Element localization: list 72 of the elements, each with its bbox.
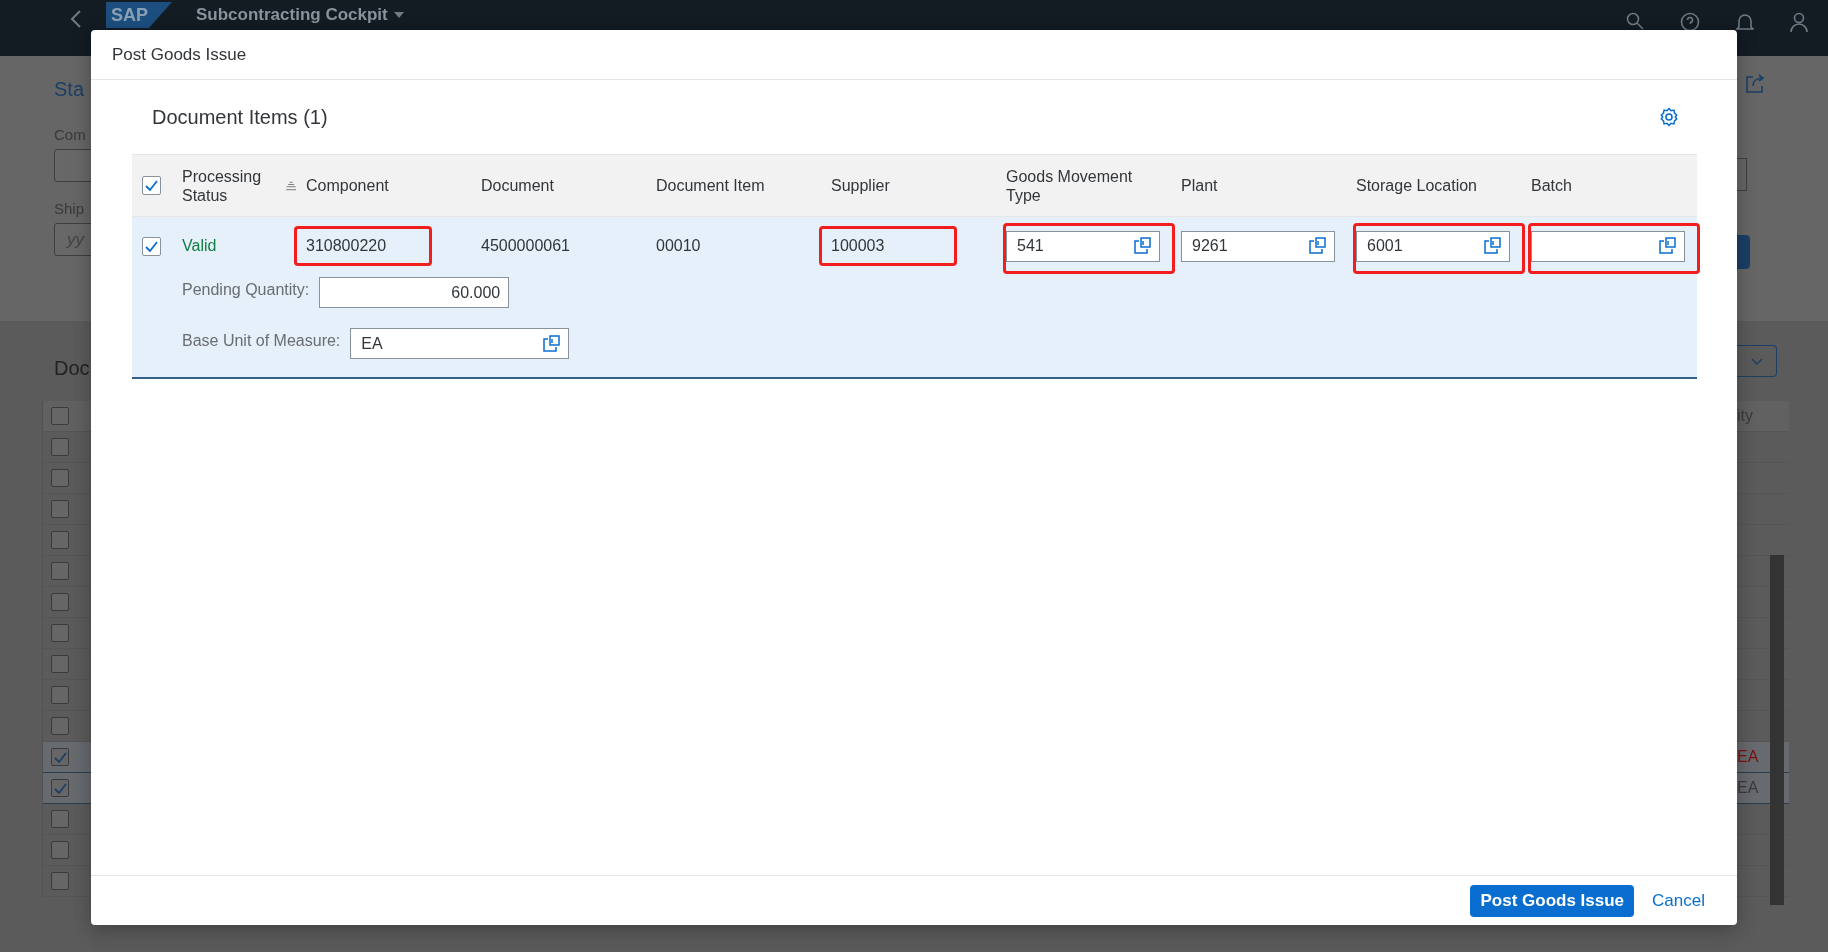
checkbox[interactable] <box>51 438 69 456</box>
checkbox[interactable] <box>51 500 69 518</box>
search-icon[interactable] <box>1626 12 1644 30</box>
checkbox[interactable] <box>51 872 69 890</box>
checkbox[interactable] <box>51 810 69 828</box>
checkbox[interactable] <box>51 469 69 487</box>
user-icon[interactable] <box>1790 12 1808 32</box>
field-value[interactable]: EA <box>361 334 537 353</box>
column-header: Batch <box>1531 176 1572 195</box>
table-cell: EA <box>1737 748 1759 766</box>
select-all-checkbox[interactable] <box>142 176 161 195</box>
field-value[interactable]: 9261 <box>1192 237 1302 255</box>
checkbox[interactable] <box>51 407 69 425</box>
input-field[interactable]: 60.000 <box>319 277 510 308</box>
table-row[interactable]: Valid 310800220 4500000061 00010 100003 541 9261 6001 Pending Quantity: 60.000 Base Unit of Measure: EA <box>132 217 1697 379</box>
bell-icon[interactable] <box>1736 12 1754 32</box>
checkbox[interactable] <box>51 748 69 766</box>
caret-icon <box>393 12 404 18</box>
checkbox[interactable] <box>51 531 69 549</box>
sort-icon[interactable] <box>285 179 296 192</box>
cancel-button[interactable]: Cancel <box>1642 884 1715 917</box>
column-header: Component <box>306 176 389 195</box>
help-icon[interactable] <box>1680 12 1700 32</box>
post-button[interactable]: Post Goods Issue <box>1470 884 1635 917</box>
column-header: Supplier <box>831 176 890 195</box>
settings-icon[interactable] <box>1659 107 1679 127</box>
table-cell: 00010 <box>656 237 701 255</box>
input-field[interactable]: 541 <box>1006 230 1160 262</box>
app-title[interactable]: Subcontracting Cockpit <box>196 2 404 25</box>
input-field[interactable]: 9261 <box>1181 230 1335 262</box>
checkbox[interactable] <box>51 841 69 859</box>
column-header: Plant <box>1181 176 1218 195</box>
column-header: Storage Location <box>1356 176 1477 195</box>
checkbox[interactable] <box>51 779 69 797</box>
table-cell: 100003 <box>831 237 885 255</box>
scrollbar[interactable] <box>1770 555 1784 905</box>
column-header: Document Item <box>656 176 765 195</box>
column-header: Processing Status <box>182 166 263 205</box>
logo: SAP <box>106 2 172 28</box>
value-help-icon[interactable] <box>1133 237 1151 255</box>
field-value[interactable]: 541 <box>1017 237 1127 255</box>
status-text: Valid <box>182 237 217 255</box>
section-title: Document Items (1) <box>152 105 328 129</box>
section-title: Doc <box>53 356 91 381</box>
column-header: Goods Movement Type <box>1006 166 1134 205</box>
row-checkbox[interactable] <box>142 236 161 256</box>
value-help-icon[interactable] <box>542 334 561 353</box>
dialog-title: Post Goods Issue <box>112 44 247 65</box>
table-cell: 310800220 <box>306 237 387 255</box>
checkbox[interactable] <box>51 686 69 704</box>
value-help-icon[interactable] <box>1483 237 1501 255</box>
field-label: Pending Quantity: <box>182 280 310 299</box>
go-button[interactable] <box>1737 235 1750 269</box>
value-help-icon[interactable] <box>1658 237 1676 255</box>
share-icon[interactable] <box>1745 74 1765 94</box>
column-header: Document <box>481 176 554 195</box>
page-title: Sta <box>54 78 86 101</box>
chevron-down-icon <box>1750 357 1763 365</box>
checkbox[interactable] <box>51 717 69 735</box>
checkbox[interactable] <box>51 562 69 580</box>
field-label: Base Unit of Measure: <box>182 331 341 350</box>
table-cell: 4500000061 <box>481 237 570 255</box>
checkbox[interactable] <box>51 655 69 673</box>
input-field[interactable]: EA <box>350 328 570 359</box>
back-icon[interactable] <box>70 10 82 28</box>
value-help-icon[interactable] <box>1308 237 1326 255</box>
checkbox[interactable] <box>51 624 69 642</box>
checkbox[interactable] <box>51 593 69 611</box>
field-value[interactable]: 6001 <box>1367 237 1477 255</box>
input-field[interactable] <box>1531 230 1685 262</box>
field-value[interactable]: 60.000 <box>330 283 501 302</box>
input-field[interactable]: 6001 <box>1356 230 1510 262</box>
